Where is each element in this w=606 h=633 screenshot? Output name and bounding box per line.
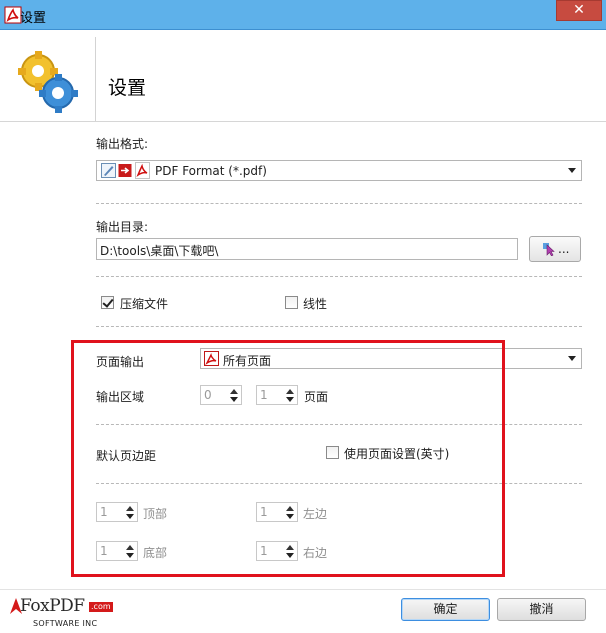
close-icon: ✕ xyxy=(573,2,585,18)
chevron-down-icon xyxy=(568,356,576,361)
browse-button[interactable]: ... xyxy=(529,236,581,262)
foxpdf-logo: FoxPDF .com SOFTWARE INC xyxy=(8,596,118,630)
gears-icon xyxy=(18,51,78,113)
browse-ellipsis: ... xyxy=(558,242,570,256)
title-bar: 设置 ✕ xyxy=(0,0,606,30)
ok-button[interactable]: 确定 xyxy=(401,598,490,621)
output-format-select[interactable]: PDF Format (*.pdf) xyxy=(96,160,582,181)
logo-brand: FoxPDF xyxy=(20,596,85,616)
compress-label: 压缩文件 xyxy=(120,297,169,311)
highlight-box xyxy=(71,340,505,577)
section-divider xyxy=(96,276,582,277)
page-title: 设置 xyxy=(108,77,147,99)
section-divider xyxy=(96,326,582,327)
edit-icon xyxy=(101,163,116,178)
cancel-button[interactable]: 撤消 xyxy=(497,598,586,621)
chevron-down-icon xyxy=(568,168,576,173)
dialog-header: 设置 xyxy=(0,31,606,122)
logo-tagline: SOFTWARE INC xyxy=(33,619,98,628)
logo-domain: .com xyxy=(89,602,113,612)
output-dir-value: D:\tools\桌面\下载吧\ xyxy=(100,244,219,258)
output-dir-input[interactable]: D:\tools\桌面\下载吧\ xyxy=(96,238,518,260)
convert-arrow-icon xyxy=(118,164,132,177)
footer-separator xyxy=(0,589,606,590)
linear-label: 线性 xyxy=(303,297,328,311)
output-format-value: PDF Format (*.pdf) xyxy=(155,164,267,178)
section-divider xyxy=(96,203,582,204)
header-divider xyxy=(95,37,96,121)
compress-checkbox[interactable] xyxy=(101,296,114,309)
output-dir-label: 输出目录: xyxy=(96,220,149,234)
linear-checkbox[interactable] xyxy=(285,296,298,309)
folder-cursor-icon xyxy=(543,243,555,256)
header-separator xyxy=(0,121,606,122)
close-button[interactable]: ✕ xyxy=(556,0,602,21)
output-format-label: 输出格式: xyxy=(96,137,149,151)
pdf-icon xyxy=(135,162,150,179)
window-title: 设置 xyxy=(20,11,47,26)
